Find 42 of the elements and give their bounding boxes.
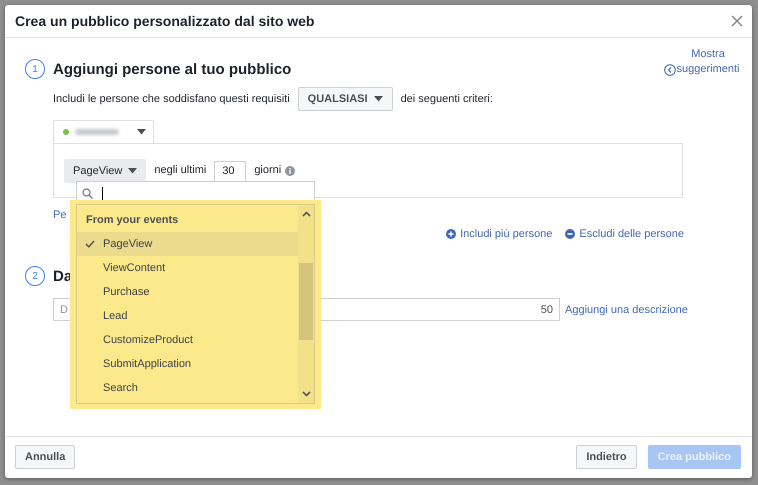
event-option[interactable]: PageView: [77, 232, 298, 256]
character-count: 50: [540, 304, 553, 316]
scrollbar[interactable]: [298, 205, 314, 403]
link[interactable]: Pe: [53, 209, 66, 240]
caret-icon: [128, 168, 138, 174]
minus-circle-icon: [565, 229, 576, 239]
plus-circle-icon: [446, 229, 456, 239]
pixel-dropdown[interactable]: [53, 120, 154, 143]
close-icon[interactable]: [731, 15, 743, 27]
chevron-down-icon[interactable]: [302, 391, 311, 397]
step-heading: Aggiungi persone al tuo pubblico: [53, 60, 292, 78]
step-number: 1: [25, 59, 45, 79]
event-option[interactable]: Search: [77, 376, 298, 400]
event-option[interactable]: Purchase: [77, 280, 298, 304]
chevron-up-icon[interactable]: [302, 211, 311, 217]
caret-icon: [374, 96, 383, 102]
event-option[interactable]: SubmitApplication: [77, 352, 298, 376]
window-title: Crea un pubblico personalizzato dal sito web: [15, 13, 314, 29]
criteria-label: negli ultimi: [154, 164, 206, 176]
check-icon: [85, 240, 95, 248]
criteria-label: giorni: [254, 164, 282, 176]
back-button[interactable]: Indietro: [576, 445, 637, 469]
section-heading: From your events: [85, 213, 180, 228]
description-link[interactable]: Aggiungi una descrizione: [565, 304, 688, 316]
caret-icon: [137, 129, 146, 135]
event-dropdown[interactable]: PageView: [64, 159, 146, 183]
search-icon: [82, 188, 93, 198]
rule-label: Includi le persone che soddisfano questi requisiti: [53, 93, 290, 105]
event-option[interactable]: ViewContent: [77, 256, 298, 280]
chevron-circle-icon: [664, 64, 676, 76]
match-dropdown[interactable]: QUALSIASI: [298, 87, 393, 111]
redacted-name: [75, 129, 119, 135]
event-option[interactable]: Lead: [77, 304, 298, 328]
exclude-link[interactable]: Escludi delle persone: [565, 228, 684, 240]
suggestions-link[interactable]: Mostra suggerimenti: [666, 47, 742, 77]
cancel-button[interactable]: Annulla: [15, 445, 76, 469]
include-link[interactable]: Includi più persone: [446, 228, 552, 240]
rule-label: dei seguenti criteri:: [400, 93, 493, 105]
info-icon[interactable]: [285, 166, 296, 176]
event-option[interactable]: CustomizeProduct: [77, 328, 298, 352]
scrollbar-thumb[interactable]: [299, 263, 313, 340]
step-number: 2: [25, 266, 45, 286]
